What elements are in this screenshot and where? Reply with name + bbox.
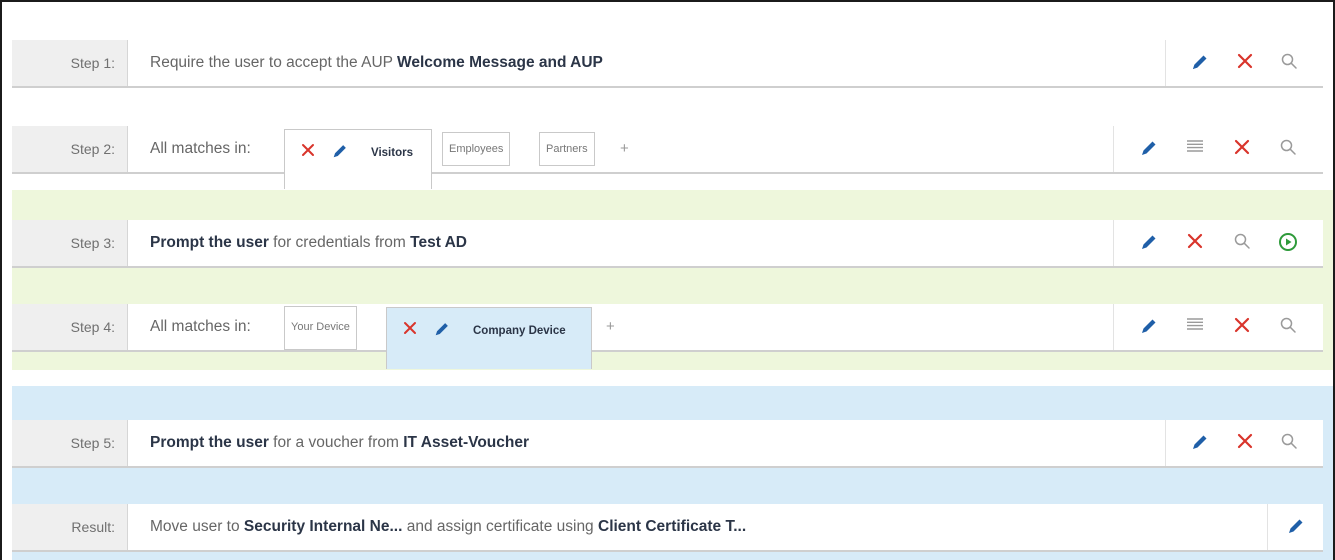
pencil-icon[interactable] bbox=[431, 320, 453, 342]
tab-label: Visitors bbox=[371, 147, 413, 159]
result-actions bbox=[1267, 504, 1323, 550]
magnifier-icon[interactable] bbox=[1277, 138, 1299, 160]
pencil-icon[interactable] bbox=[1189, 432, 1211, 454]
close-x-icon[interactable] bbox=[1234, 432, 1256, 454]
result-band bbox=[12, 551, 1333, 560]
step-row-4: Step 4: All matches in: Your Device Comp… bbox=[12, 304, 1323, 369]
magnifier-icon[interactable] bbox=[1277, 316, 1299, 338]
step-target-link[interactable]: Test AD bbox=[410, 234, 467, 251]
tab-visitors[interactable]: Visitors bbox=[284, 129, 432, 189]
step-actions bbox=[1113, 304, 1323, 350]
step-target-link[interactable]: Welcome Message and AUP bbox=[397, 54, 603, 71]
step-action-text: Prompt the user bbox=[150, 234, 269, 251]
tab-your-device[interactable]: Your Device bbox=[284, 306, 357, 350]
magnifier-icon[interactable] bbox=[1278, 52, 1300, 74]
step-text: for a voucher from bbox=[268, 434, 404, 451]
result-text: and assign certificate using bbox=[402, 518, 598, 535]
step-actions bbox=[1113, 126, 1323, 172]
step-label: Step 5: bbox=[12, 420, 128, 466]
step-label: Step 1: bbox=[12, 40, 128, 86]
workflow-steps-panel: Step 1: Require the user to accept the A… bbox=[0, 0, 1335, 560]
result-row: Result: Move user to Security Internal N… bbox=[12, 504, 1323, 552]
step-label: Step 4: bbox=[12, 304, 128, 350]
step-actions bbox=[1113, 220, 1323, 266]
pencil-icon[interactable] bbox=[1138, 316, 1160, 338]
result-label: Result: bbox=[12, 504, 128, 550]
step-row-3: Step 3: Prompt the user for credentials … bbox=[12, 220, 1323, 268]
step-text: for credentials from bbox=[268, 234, 411, 251]
pencil-icon[interactable] bbox=[1138, 138, 1160, 160]
magnifier-icon[interactable] bbox=[1278, 432, 1300, 454]
step-description: Prompt the user for a voucher from IT As… bbox=[150, 420, 529, 466]
tab-partners[interactable]: Partners bbox=[539, 132, 595, 166]
pencil-icon[interactable] bbox=[1285, 516, 1307, 538]
tab-company-device[interactable]: Company Device bbox=[386, 307, 592, 369]
menu-lines-icon[interactable] bbox=[1184, 316, 1206, 338]
tab-label: Company Device bbox=[473, 325, 566, 337]
step-row-1: Step 1: Require the user to accept the A… bbox=[12, 40, 1323, 88]
close-x-icon[interactable] bbox=[1234, 52, 1256, 74]
step-label: Step 3: bbox=[12, 220, 128, 266]
result-text: Move user to bbox=[150, 518, 244, 535]
matches-label: All matches in: bbox=[150, 140, 251, 157]
step-action-text: Prompt the user bbox=[150, 434, 269, 451]
step-description: Require the user to accept the AUP Welco… bbox=[150, 40, 603, 86]
step-row-5: Step 5: Prompt the user for a voucher fr… bbox=[12, 420, 1323, 468]
step-row-2: Step 2: All matches in: Visitors Employe… bbox=[12, 126, 1323, 189]
magnifier-icon[interactable] bbox=[1231, 232, 1253, 254]
add-tab-button[interactable]: + bbox=[620, 132, 629, 166]
close-x-icon[interactable] bbox=[297, 142, 319, 164]
pencil-icon[interactable] bbox=[1189, 52, 1211, 74]
pencil-icon[interactable] bbox=[329, 142, 351, 164]
step-label: Step 2: bbox=[12, 126, 128, 172]
add-tab-button[interactable]: + bbox=[606, 310, 615, 344]
close-x-icon[interactable] bbox=[1231, 316, 1253, 338]
step-text: Require the user to accept the AUP bbox=[150, 54, 398, 71]
step-actions bbox=[1165, 40, 1323, 86]
tab-employees[interactable]: Employees bbox=[442, 132, 511, 166]
result-description: Move user to Security Internal Ne... and… bbox=[150, 504, 746, 550]
step-target-link[interactable]: IT Asset-Voucher bbox=[403, 434, 529, 451]
close-x-icon[interactable] bbox=[1184, 232, 1206, 254]
matches-label: All matches in: bbox=[150, 318, 251, 335]
pencil-icon[interactable] bbox=[1138, 232, 1160, 254]
result-target-link[interactable]: Security Internal Ne... bbox=[244, 518, 403, 535]
result-certificate-link[interactable]: Client Certificate T... bbox=[598, 518, 746, 535]
close-x-icon[interactable] bbox=[399, 320, 421, 342]
play-circle-icon[interactable] bbox=[1277, 232, 1299, 254]
step-actions bbox=[1165, 420, 1323, 466]
menu-lines-icon[interactable] bbox=[1184, 138, 1206, 160]
step-description: Prompt the user for credentials from Tes… bbox=[150, 220, 467, 266]
close-x-icon[interactable] bbox=[1231, 138, 1253, 160]
